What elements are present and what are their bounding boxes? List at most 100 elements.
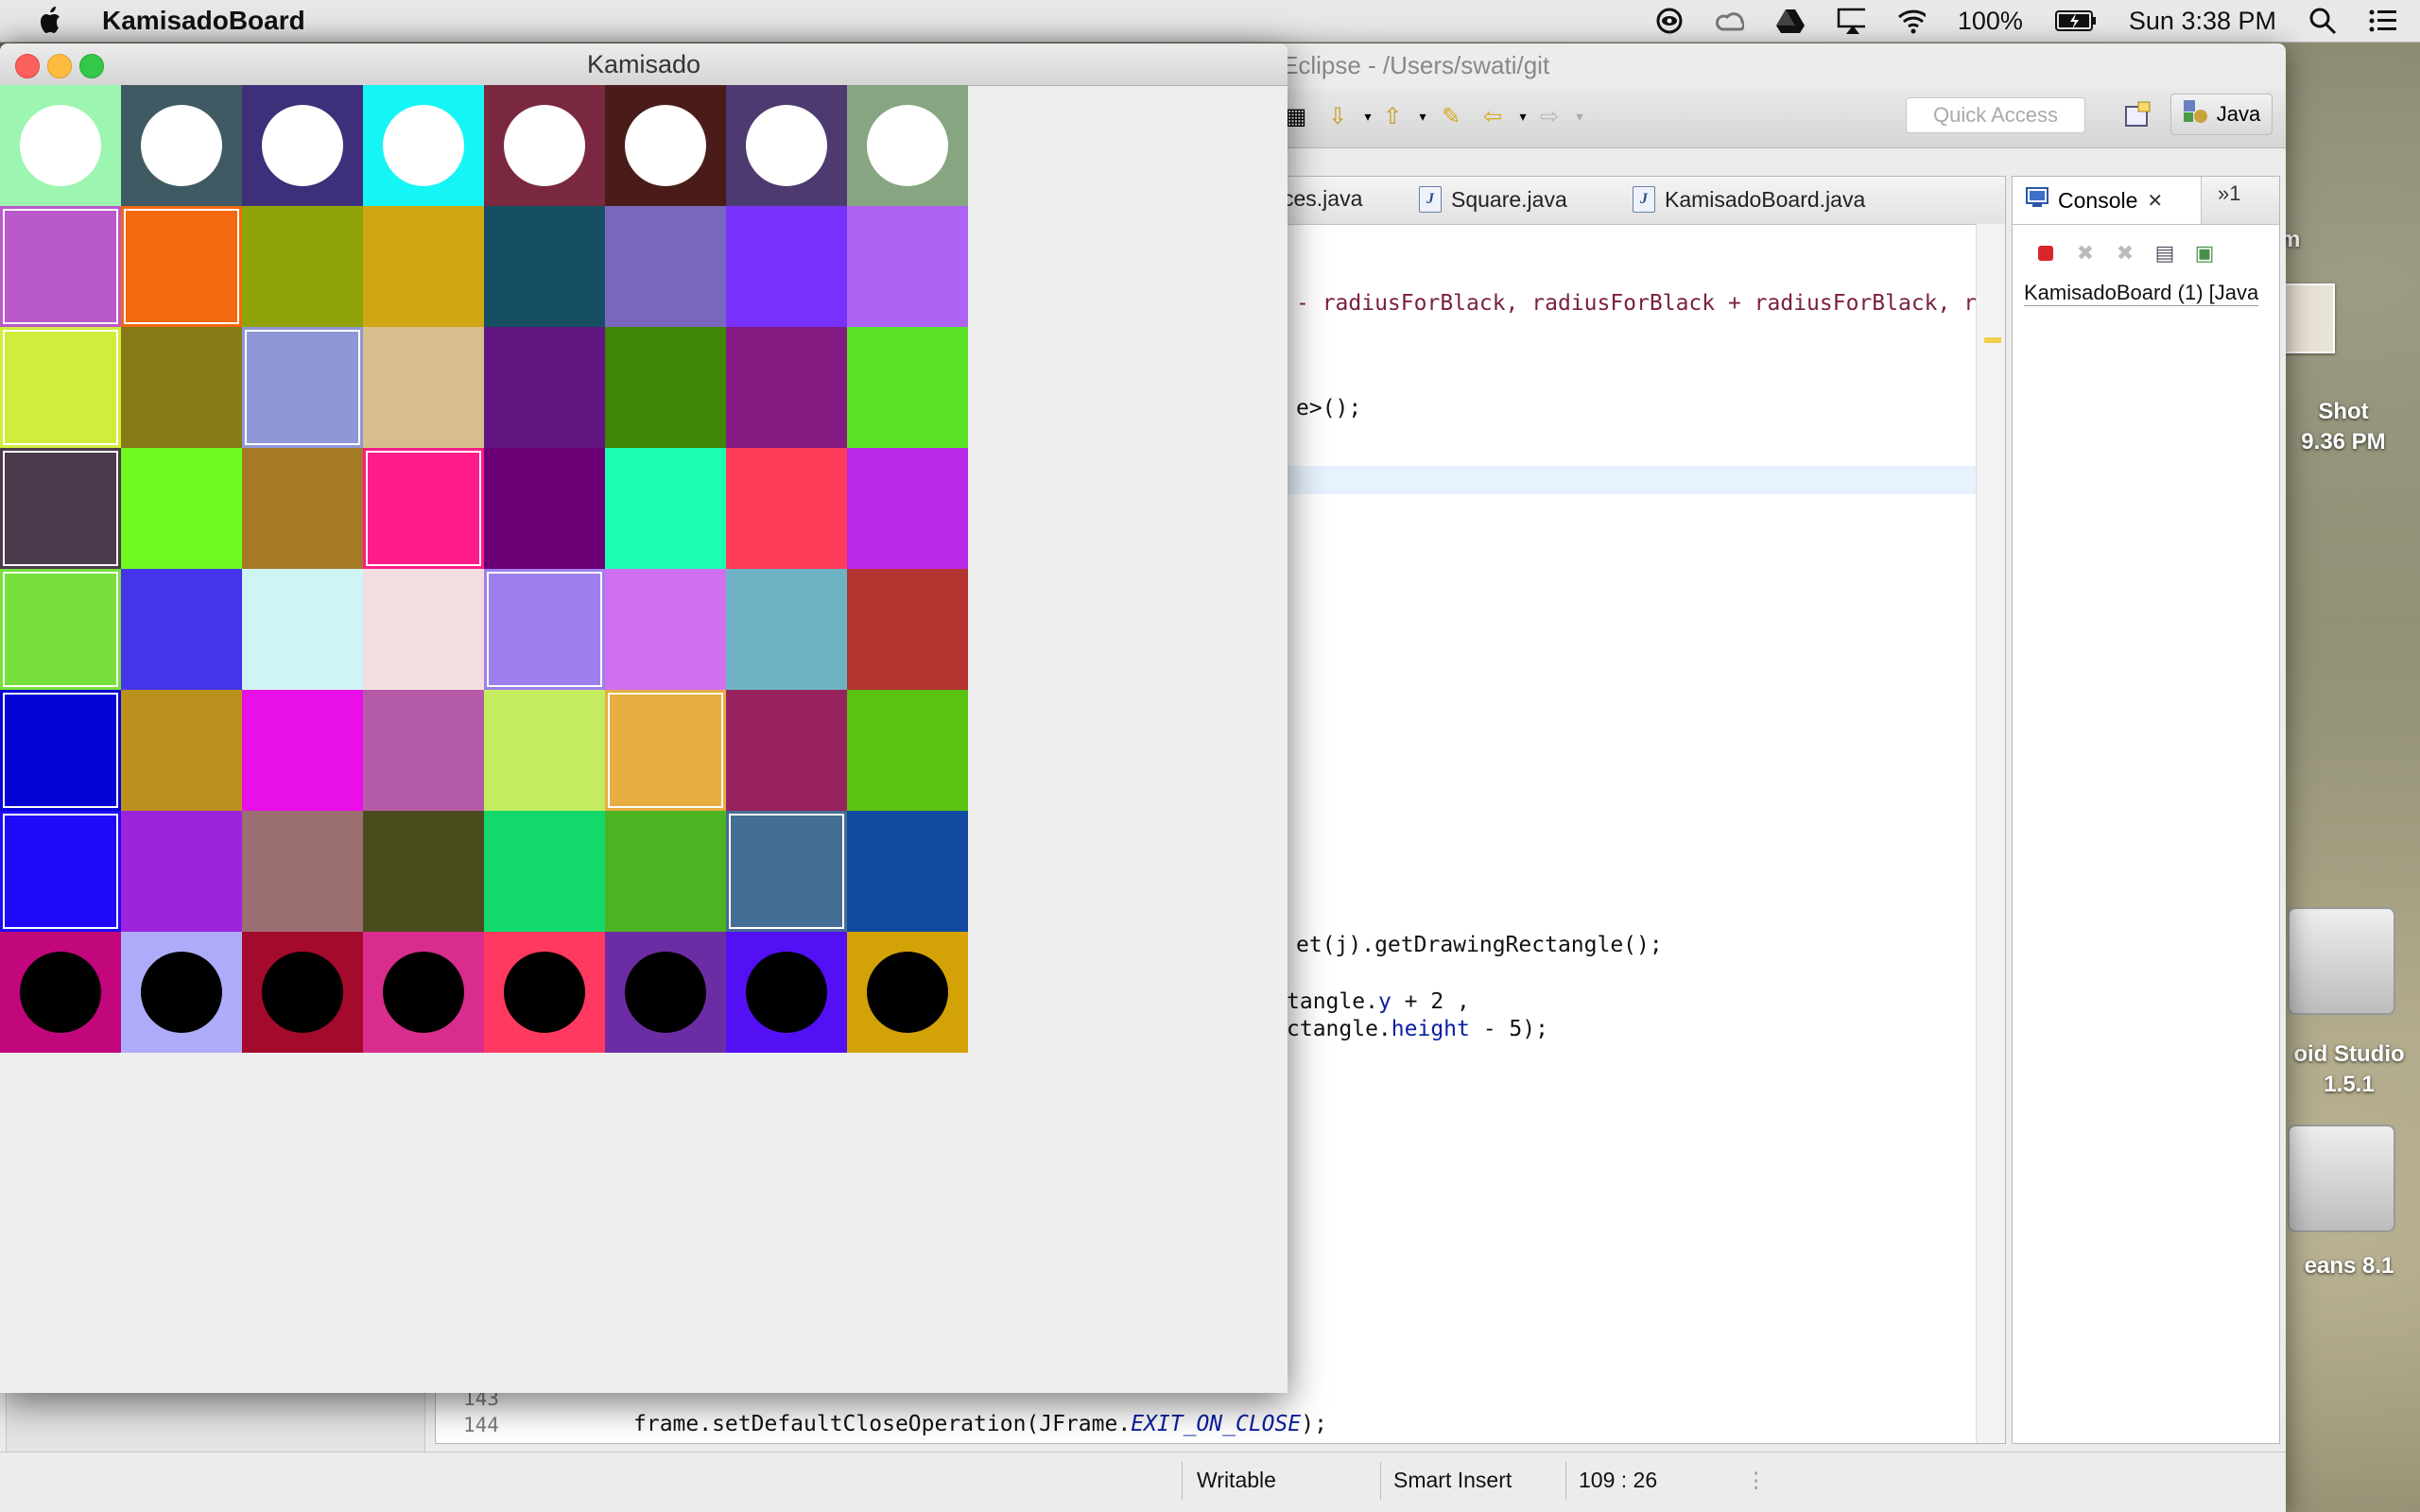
desktop-icon-label-netbeans[interactable]: eans 8.1 [2278,1253,2420,1280]
code-line[interactable]: e>(); [1296,396,1361,421]
board-square[interactable] [0,932,121,1053]
black-piece[interactable] [746,952,827,1033]
google-drive-icon[interactable] [1775,7,1805,35]
white-piece[interactable] [504,105,585,186]
board-square[interactable] [726,569,847,690]
board-square[interactable] [605,811,726,932]
white-piece[interactable] [625,105,706,186]
tab-kamisadoboard-java[interactable]: J KamisadoBoard.java [1633,186,1865,213]
kamisado-title-bar[interactable]: Kamisado [0,43,1288,86]
clear-console-icon[interactable]: ▤ [2151,239,2179,267]
board-square[interactable] [0,811,121,932]
apple-logo-icon[interactable] [38,6,64,36]
board-square[interactable] [0,448,121,569]
screenshot-file-icon[interactable] [2282,284,2335,353]
open-perspective-icon[interactable] [2123,100,2152,129]
board-square[interactable] [0,206,121,327]
board-square[interactable] [605,569,726,690]
tab-pieces-java[interactable]: ces.java [1283,186,1362,212]
board-square[interactable] [121,811,242,932]
board-square[interactable] [0,327,121,448]
disk-image-icon[interactable] [2288,907,2395,1015]
status-grip-icon[interactable]: ⋮ [1745,1468,1767,1493]
board-square[interactable] [242,811,363,932]
chevron-down-icon[interactable]: ▾ [1509,102,1537,130]
board-square[interactable] [242,448,363,569]
scroll-lock-icon[interactable]: ▣ [2190,239,2219,267]
tab-console[interactable]: Console ✕ [2013,177,2202,224]
board-square[interactable] [484,327,605,448]
board-square[interactable] [363,327,484,448]
board-square[interactable] [0,690,121,811]
battery-charging-icon[interactable] [2054,7,2097,35]
board-square[interactable] [484,206,605,327]
board-square[interactable] [121,327,242,448]
zoom-window-button[interactable] [79,54,104,78]
white-piece[interactable] [262,105,343,186]
board-square[interactable] [484,932,605,1053]
chevron-down-icon[interactable]: ▾ [1565,102,1594,130]
black-piece[interactable] [141,952,222,1033]
board-square[interactable] [363,206,484,327]
board-square[interactable] [605,85,726,206]
board-square[interactable] [484,690,605,811]
kamisado-board[interactable] [0,85,968,1053]
airplay-icon[interactable] [1837,7,1865,35]
previous-annotation-icon[interactable]: ⇧ [1378,102,1407,130]
menu-clock[interactable]: Sun 3:38 PM [2129,7,2276,36]
minimize-window-button[interactable] [47,54,72,78]
board-square[interactable] [847,206,968,327]
board-square[interactable] [605,206,726,327]
board-square[interactable] [242,85,363,206]
code-line[interactable]: frame.setDefaultCloseOperation(JFrame.EX… [633,1412,1327,1436]
remove-launch-icon[interactable]: ✖ [2071,239,2100,267]
board-square[interactable] [847,327,968,448]
black-piece[interactable] [262,952,343,1033]
board-square[interactable] [363,85,484,206]
board-square[interactable] [121,932,242,1053]
last-edit-icon[interactable]: ✎ [1437,102,1465,130]
board-square[interactable] [242,206,363,327]
board-square[interactable] [121,448,242,569]
board-square[interactable] [726,85,847,206]
board-square[interactable] [726,811,847,932]
board-square[interactable] [726,690,847,811]
battery-percentage[interactable]: 100% [1958,7,2023,36]
board-square[interactable] [484,811,605,932]
board-square[interactable] [242,327,363,448]
black-piece[interactable] [625,952,706,1033]
board-square[interactable] [726,206,847,327]
board-square[interactable] [847,85,968,206]
board-square[interactable] [0,569,121,690]
notification-center-icon[interactable] [2369,7,2397,35]
board-square[interactable] [847,932,968,1053]
close-icon[interactable]: ✕ [2147,189,2163,213]
spotlight-search-icon[interactable] [2308,7,2337,35]
eye-icon[interactable] [1655,7,1684,35]
wifi-icon[interactable] [1897,7,1926,35]
next-annotation-icon[interactable]: ⇩ [1323,102,1352,130]
remove-all-launches-icon[interactable]: ✖ [2111,239,2139,267]
board-square[interactable] [363,569,484,690]
white-piece[interactable] [867,105,948,186]
code-line[interactable]: tangle.y + 2 , [1287,989,1470,1014]
board-square[interactable] [363,690,484,811]
black-piece[interactable] [867,952,948,1033]
black-piece[interactable] [20,952,101,1033]
board-square[interactable] [363,811,484,932]
white-piece[interactable] [746,105,827,186]
board-square[interactable] [726,327,847,448]
code-line[interactable]: ctangle.height - 5); [1287,1017,1548,1041]
board-square[interactable] [121,569,242,690]
close-window-button[interactable] [15,54,40,78]
board-square[interactable] [847,811,968,932]
desktop-icon-label-studio[interactable]: oid Studio 1.5.1 [2278,1040,2420,1100]
white-piece[interactable] [141,105,222,186]
board-square[interactable] [847,690,968,811]
quick-access-input[interactable]: Quick Access [1906,97,2085,133]
board-square[interactable] [484,85,605,206]
creative-cloud-icon[interactable] [1715,7,1744,35]
tab-square-java[interactable]: J Square.java [1419,186,1567,213]
board-square[interactable] [484,569,605,690]
code-line[interactable]: - radiusForBlack, radiusForBlack + radiu… [1296,291,1977,316]
